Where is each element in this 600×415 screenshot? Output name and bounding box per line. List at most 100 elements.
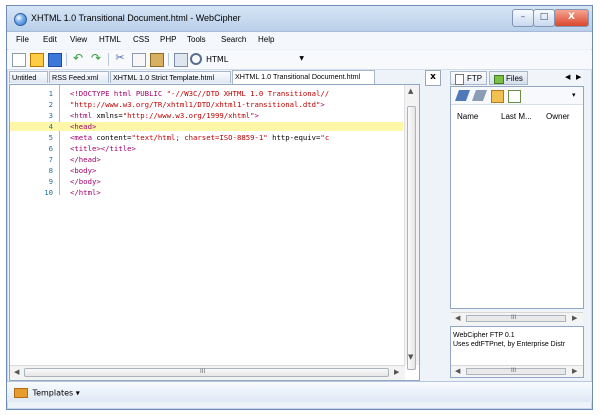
close-button[interactable]: X — [554, 9, 589, 27]
log-line: Uses edtFTPnet, by Enterprise Distr — [453, 341, 566, 348]
vertical-scrollbar[interactable]: ▲ ▼ — [404, 85, 419, 370]
tab-ftp[interactable]: FTP — [450, 71, 487, 85]
save-icon[interactable] — [48, 53, 62, 67]
menu-view[interactable]: View — [70, 35, 87, 44]
app-window: XHTML 1.0 Transitional Document.html - W… — [6, 5, 593, 410]
find-icon[interactable] — [190, 53, 202, 65]
code-line[interactable]: 3 <html xmlns="http://www.w3.org/1999/xht… — [10, 111, 403, 120]
tab-xhtml-transitional[interactable]: XHTML 1.0 Transitional Document.html — [232, 70, 375, 84]
menu-help[interactable]: Help — [258, 35, 274, 44]
log-scroll-grip: III — [511, 368, 517, 374]
maximize-button[interactable]: □ — [533, 9, 555, 27]
file-list-scroll-left-icon[interactable]: ◀ — [455, 314, 460, 322]
menu-php[interactable]: PHP — [160, 35, 176, 44]
horizontal-scroll-thumb[interactable]: III — [24, 368, 389, 377]
code-token: "text/html; charset=ISO-8859-1" — [131, 133, 268, 142]
code-token: </html> — [70, 188, 101, 197]
templates-button[interactable]: Templates ▾ — [14, 388, 80, 398]
menu-file[interactable]: File — [16, 35, 29, 44]
line-number: 1 — [48, 89, 53, 98]
undo-icon[interactable]: ↶ — [72, 52, 84, 65]
menu-search[interactable]: Search — [221, 35, 246, 44]
menu-tools[interactable]: Tools — [187, 35, 206, 44]
doctype-value: HTML — [206, 55, 229, 64]
scroll-down-icon[interactable]: ▼ — [408, 353, 413, 361]
ftp-tab-label: FTP — [467, 74, 483, 83]
paste-icon[interactable] — [150, 53, 164, 67]
code-line[interactable]: 6 <title></title> — [10, 144, 403, 153]
files-tab-label: Files — [506, 74, 523, 83]
column-owner[interactable]: Owner — [546, 112, 570, 121]
code-token: content= — [96, 133, 132, 142]
code-line[interactable]: 1 <!DOCTYPE html PUBLIC "-//W3C//DTD XHTM… — [10, 89, 403, 98]
horizontal-scrollbar[interactable]: ◀ III ▶ — [10, 365, 405, 380]
open-folder-icon[interactable] — [30, 53, 44, 67]
tab-files[interactable]: Files — [489, 71, 528, 85]
menu-css[interactable]: CSS — [133, 35, 149, 44]
code-text: <meta content="text/html; charset=ISO-88… — [70, 133, 329, 142]
code-line[interactable]: 7 </head> — [10, 155, 403, 164]
code-token: <meta — [70, 133, 97, 142]
file-list-scroll-right-icon[interactable]: ▶ — [572, 314, 577, 322]
disconnect-icon[interactable] — [471, 90, 488, 101]
refresh-file-icon[interactable] — [508, 90, 521, 103]
scroll-up-icon[interactable]: ▲ — [408, 87, 413, 95]
line-number: 8 — [48, 166, 53, 175]
code-text: <html xmlns="http://www.w3.org/1999/xhtm… — [70, 111, 259, 120]
code-line[interactable]: 4 <head> — [10, 122, 403, 131]
panel-tabs: FTP Files ◀ ▶ — [450, 70, 584, 86]
file-list-hscrollbar[interactable]: ◀ III ▶ — [451, 312, 583, 324]
minimize-button[interactable]: – — [512, 9, 534, 27]
close-document-button[interactable]: x — [425, 70, 441, 86]
cut-icon[interactable]: ✂ — [114, 52, 126, 65]
code-line[interactable]: 9 </body> — [10, 177, 403, 186]
line-number: 7 — [48, 155, 53, 164]
templates-label: Templates ▾ — [32, 388, 80, 398]
line-number: 5 — [48, 133, 53, 142]
doctype-dropdown[interactable]: HTML ▼ — [205, 54, 309, 68]
code-token: http-equiv= — [267, 133, 321, 142]
menu-html[interactable]: HTML — [99, 35, 121, 44]
code-text: </body> — [70, 177, 101, 186]
tab-rss-feed[interactable]: RSS Feed.xml — [49, 71, 109, 83]
file-list-scroll-thumb[interactable]: III — [466, 314, 566, 322]
chevron-down-icon: ▼ — [299, 55, 304, 62]
new-file-icon[interactable] — [12, 53, 26, 67]
scroll-right-icon[interactable]: ▶ — [394, 368, 399, 376]
code-token: "http://www.w3.org/TR/xhtml1/DTD/xhtml1-… — [70, 100, 321, 109]
window-title: XHTML 1.0 Transitional Document.html - W… — [31, 13, 241, 23]
log-scroll-left-icon[interactable]: ◀ — [455, 367, 460, 376]
copy-icon[interactable] — [132, 53, 146, 67]
log-scroll-right-icon[interactable]: ▶ — [572, 367, 577, 376]
code-text: <title></title> — [70, 144, 136, 153]
vertical-scroll-thumb[interactable] — [407, 106, 416, 370]
code-line[interactable]: 2 "http://www.w3.org/TR/xhtml1/DTD/xhtml1… — [10, 100, 403, 109]
panel-tab-right-icon[interactable]: ▶ — [576, 73, 581, 81]
code-token: <html — [70, 111, 97, 120]
panel-tab-left-icon[interactable]: ◀ — [565, 73, 570, 81]
scroll-left-icon[interactable]: ◀ — [14, 368, 19, 376]
toolbar-separator — [66, 53, 67, 66]
log-hscrollbar[interactable]: ◀ III ▶ — [451, 365, 583, 377]
ftp-file-list: ▾ Name Last M... Owner ◀ III ▶ — [450, 86, 584, 324]
log-scroll-thumb[interactable]: III — [466, 368, 566, 375]
code-editor[interactable]: 1 <!DOCTYPE html PUBLIC "-//W3C//DTD XHTM… — [9, 84, 420, 381]
code-token: > — [254, 111, 259, 120]
code-line[interactable]: 10 </html> — [10, 188, 403, 197]
menu-edit[interactable]: Edit — [43, 35, 57, 44]
panel-menu-icon[interactable]: ▾ — [572, 91, 576, 99]
redo-icon[interactable]: ↷ — [90, 52, 102, 65]
line-number: 9 — [48, 177, 53, 186]
column-last-modified[interactable]: Last M... — [501, 112, 532, 121]
print-icon[interactable] — [174, 53, 188, 67]
panel-toolbar: ▾ — [451, 87, 583, 105]
code-line[interactable]: 8 <body> — [10, 166, 403, 175]
code-text: </html> — [70, 188, 101, 197]
column-name[interactable]: Name — [457, 112, 478, 121]
tab-xhtml-strict[interactable]: XHTML 1.0 Strict Template.html — [110, 71, 231, 83]
connect-icon[interactable] — [454, 90, 471, 101]
folder-up-icon[interactable] — [491, 90, 504, 103]
tab-untitled[interactable]: Untitled — [9, 71, 48, 83]
code-line[interactable]: 5 <meta content="text/html; charset=ISO-8… — [10, 133, 403, 142]
title-bar: XHTML 1.0 Transitional Document.html - W… — [7, 6, 592, 32]
